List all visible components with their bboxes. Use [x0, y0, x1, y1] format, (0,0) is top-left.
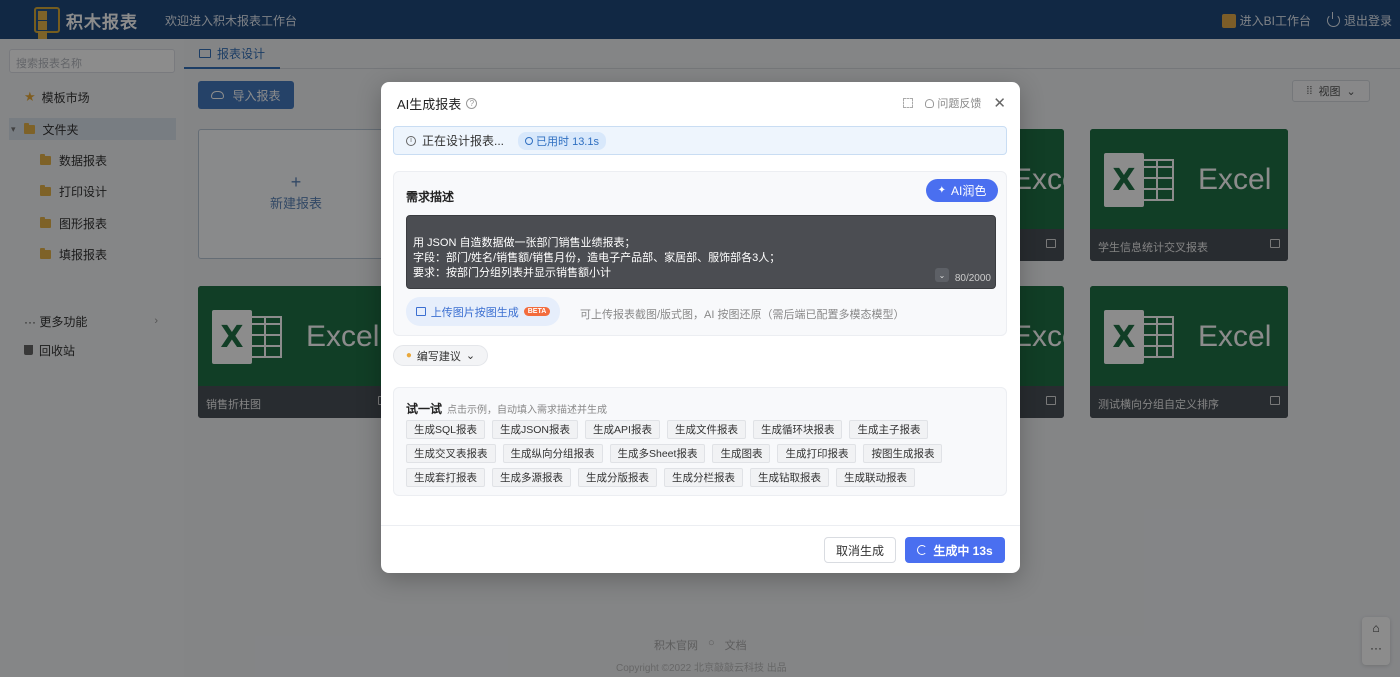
- status-text: 正在设计报表...: [422, 134, 505, 148]
- footer-divider: [381, 525, 1020, 526]
- generating-label: 生成中 13s: [933, 543, 993, 558]
- example-chip[interactable]: 生成联动报表: [836, 468, 915, 487]
- example-chip[interactable]: 生成交叉表报表: [406, 444, 496, 463]
- example-chip[interactable]: 生成文件报表: [666, 420, 746, 439]
- ai-polish-button[interactable]: ✦ AI润色: [926, 179, 998, 202]
- chevron-down-icon[interactable]: ⌄: [935, 268, 949, 282]
- image-icon: [415, 307, 426, 316]
- try-examples-panel: 试一试 点击示例，自动填入需求描述并生成 生成SQL报表 生成JSON报表 生成AP…: [393, 387, 1007, 496]
- sparkle-icon: ✦: [937, 185, 947, 196]
- spinner-icon: [917, 545, 928, 555]
- example-chip[interactable]: 生成打印报表: [777, 444, 857, 463]
- fullscreen-icon[interactable]: [903, 98, 914, 108]
- cancel-generate-button[interactable]: 取消生成: [824, 537, 896, 563]
- example-chip[interactable]: 生成分版报表: [578, 468, 657, 487]
- try-title: 试一试: [406, 402, 443, 416]
- example-chip[interactable]: 生成JSON报表: [492, 420, 579, 439]
- requirement-textarea[interactable]: 用 JSON 自造数据做一张部门销售业绩报表； 字段：部门/姓名/销售额/销售月…: [406, 215, 996, 289]
- example-chip[interactable]: 生成多源报表: [492, 468, 571, 487]
- example-chip[interactable]: 生成多Sheet报表: [609, 444, 706, 463]
- example-chip[interactable]: 生成分栏报表: [664, 468, 743, 487]
- elapsed-badge: 已用时 13.1s: [518, 131, 606, 150]
- try-hint: 点击示例，自动填入需求描述并生成: [447, 405, 608, 416]
- upload-image-button[interactable]: 上传图片按图生成 BETA: [406, 297, 560, 326]
- ai-polish-label: AI润色: [951, 184, 987, 198]
- requirement-title: 需求描述: [406, 190, 455, 204]
- example-chip[interactable]: 生成循环块报表: [752, 420, 843, 439]
- textarea-value: 用 JSON 自造数据做一张部门销售业绩报表； 字段：部门/姓名/销售额/销售月…: [413, 237, 781, 279]
- upload-hint: 可上传报表截图/版式图，AI 按图还原（需后端已配置多模态模型）: [580, 309, 905, 321]
- elapsed-text: 已用时 13.1s: [536, 135, 599, 148]
- char-count: 80/2000: [954, 273, 991, 284]
- generating-button[interactable]: 生成中 13s: [905, 537, 1005, 563]
- example-chip[interactable]: 按图生成报表: [863, 444, 943, 463]
- feedback-button[interactable]: 问题反馈: [925, 95, 981, 111]
- chevron-down-icon: ⌄: [465, 350, 476, 362]
- example-chip[interactable]: 生成套打报表: [406, 468, 485, 487]
- beta-badge: BETA: [523, 307, 551, 316]
- help-icon[interactable]: ?: [466, 98, 478, 109]
- feedback-label: 问题反馈: [937, 98, 982, 110]
- generation-status: i 正在设计报表... 已用时 13.1s: [393, 126, 1007, 155]
- clock-icon: [525, 136, 534, 145]
- ai-generate-modal: AI生成报表 ? 问题反馈 ✕ i 正在设计报表... 已用时 13.1s 需求…: [381, 82, 1020, 573]
- info-icon: i: [406, 135, 416, 146]
- requirement-panel: 需求描述 ✦ AI润色 用 JSON 自造数据做一张部门销售业绩报表； 字段：部…: [393, 171, 1007, 336]
- suggest-label: 编写建议: [416, 350, 461, 363]
- modal-title: AI生成报表: [397, 97, 462, 112]
- example-chip[interactable]: 生成钻取报表: [750, 468, 829, 487]
- lightbulb-icon: ●: [405, 350, 412, 361]
- writing-suggestion-button[interactable]: ● 编写建议 ⌄: [393, 345, 488, 366]
- upload-label: 上传图片按图生成: [430, 306, 519, 319]
- example-chips: 生成SQL报表 生成JSON报表 生成API报表 生成文件报表 生成循环块报表 生成主子报…: [406, 420, 1000, 487]
- example-chip[interactable]: 生成SQL报表: [406, 420, 486, 439]
- example-chip[interactable]: 生成主子报表: [849, 420, 929, 439]
- example-chip[interactable]: 生成图表: [712, 444, 771, 463]
- close-icon[interactable]: ✕: [993, 94, 1006, 112]
- bug-icon: [925, 98, 935, 108]
- example-chip[interactable]: 生成纵向分组报表: [502, 444, 603, 463]
- example-chip[interactable]: 生成API报表: [585, 420, 660, 439]
